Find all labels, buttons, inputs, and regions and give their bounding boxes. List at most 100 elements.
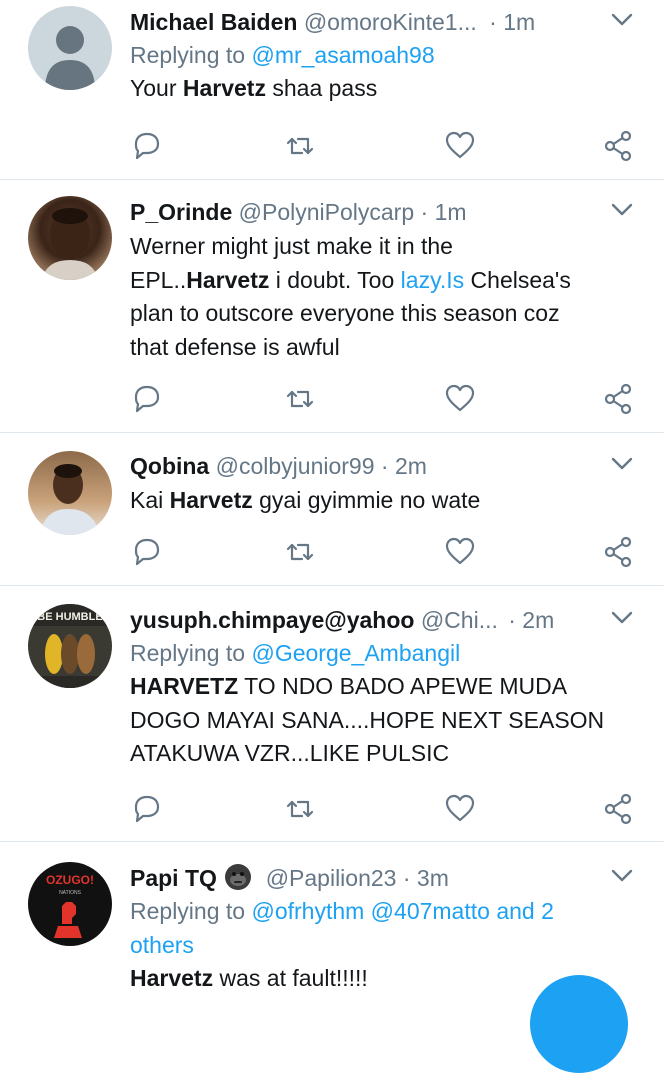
text-line: plan to outscore everyone this season co… — [130, 300, 560, 326]
profile-image: BE HUMBLE — [28, 604, 112, 688]
mention-link[interactable]: @George_Ambangil — [251, 640, 460, 666]
tweet-content: Michael Baiden @omoroKinte1... · 1m Repl… — [130, 6, 634, 106]
highlighted-term: Harvetz — [186, 266, 270, 293]
tweet-text: Your Harvetz shaa pass — [130, 72, 634, 106]
reply-icon[interactable] — [130, 535, 164, 569]
text-line: Werner might just make it in the — [130, 233, 453, 259]
timestamp[interactable]: · 2m — [508, 607, 554, 633]
caret-down-icon[interactable] — [610, 10, 634, 30]
retweet-icon[interactable] — [283, 382, 317, 416]
tweet-header: Qobina @colbyjunior99 · 2m — [130, 450, 634, 482]
author-handle[interactable]: @colbyjunior99 — [216, 453, 375, 479]
like-icon[interactable] — [443, 129, 477, 163]
caret-down-icon[interactable] — [610, 608, 634, 628]
author-handle[interactable]: @omoroKinte1... — [304, 9, 477, 35]
replying-to-label: Replying to — [130, 898, 246, 924]
tweet-text: Kai Harvetz gyai gyimmie no wate — [130, 484, 634, 518]
text-segment: Chelsea's — [464, 266, 571, 293]
like-icon[interactable] — [443, 535, 477, 569]
timestamp[interactable]: · 3m — [403, 865, 449, 891]
text-line: HARVETZ TO NDO BADO APEWE MUDA — [130, 670, 634, 704]
tweet-header: P_Orinde @PolyniPolycarp · 1m — [130, 196, 634, 228]
avatar[interactable] — [28, 196, 112, 280]
author-handle[interactable]: @PolyniPolycarp — [239, 199, 414, 225]
tweet-actions — [130, 535, 636, 571]
timestamp[interactable]: · 1m — [421, 199, 467, 225]
replying-to: Replying to @mr_asamoah98 — [130, 38, 634, 72]
caret-down-icon[interactable] — [610, 866, 634, 886]
tweet-actions — [130, 129, 636, 165]
tweet-content: Papi TQ @Papilion23 · 3m Replying to @of… — [130, 862, 634, 996]
reply-icon[interactable] — [130, 792, 164, 826]
author-handle[interactable]: @Papilion23 — [266, 865, 397, 891]
tweet-header: Michael Baiden @omoroKinte1... · 1m — [130, 6, 634, 38]
text-segment: TO NDO BADO APEWE MUDA — [238, 673, 568, 699]
mention-link[interactable]: others — [130, 928, 634, 962]
default-avatar-icon — [45, 26, 95, 90]
profile-photo — [42, 208, 98, 280]
share-icon[interactable] — [602, 535, 636, 569]
text-segment: was at fault!!!!! — [213, 965, 368, 991]
share-icon[interactable] — [602, 792, 636, 826]
avatar[interactable] — [28, 6, 112, 90]
timestamp[interactable]: · 1m — [489, 9, 535, 35]
author-name[interactable]: P_Orinde — [130, 199, 232, 225]
highlighted-term: HARVETZ — [130, 673, 239, 699]
tweet-card[interactable]: Michael Baiden @omoroKinte1... · 1m Repl… — [0, 0, 664, 180]
tweet-actions — [130, 792, 636, 828]
tweet-card[interactable]: BE HUMBLE yusuph.chimpaye@yahoo @Chi... … — [0, 586, 664, 842]
tweet-header: yusuph.chimpaye@yahoo @Chi... · 2m — [130, 604, 634, 636]
like-icon[interactable] — [443, 792, 477, 826]
author-name[interactable]: Qobina — [130, 453, 209, 479]
avatar[interactable]: BE HUMBLE — [28, 604, 112, 688]
text-segment: Kai — [130, 487, 170, 513]
author-handle[interactable]: @Chi... — [421, 607, 498, 633]
url-link[interactable]: lazy.Is — [401, 267, 464, 293]
timestamp[interactable]: · 2m — [381, 453, 427, 479]
tweet-card[interactable]: P_Orinde @PolyniPolycarp · 1m Werner mig… — [0, 180, 664, 433]
avatar-caption: BE HUMBLE — [37, 611, 102, 623]
profile-photo — [40, 464, 100, 535]
mention-link[interactable]: @mr_asamoah98 — [251, 42, 434, 68]
highlighted-term: Harvetz — [130, 965, 214, 991]
like-icon[interactable] — [443, 382, 477, 416]
tweet-text: Werner might just make it in the EPL..Ha… — [130, 230, 634, 364]
text-line: that defense is awful — [130, 333, 340, 360]
retweet-icon[interactable] — [283, 792, 317, 826]
tweet-content: P_Orinde @PolyniPolycarp · 1m Werner mig… — [130, 196, 634, 364]
avatar[interactable] — [28, 451, 112, 535]
retweet-icon[interactable] — [283, 535, 317, 569]
tweet-actions — [130, 382, 636, 418]
caret-down-icon[interactable] — [610, 454, 634, 474]
tweet-content: Qobina @colbyjunior99 · 2m Kai Harvetz g… — [130, 450, 634, 518]
share-icon[interactable] — [602, 129, 636, 163]
highlighted-term: Harvetz — [169, 487, 253, 513]
tweet-header: Papi TQ @Papilion23 · 3m — [130, 862, 634, 894]
highlighted-term: Harvetz — [182, 75, 266, 101]
retweet-icon[interactable] — [283, 129, 317, 163]
reply-icon[interactable] — [130, 129, 164, 163]
author-name[interactable]: Michael Baiden — [130, 9, 297, 35]
tweet-text: HARVETZ TO NDO BADO APEWE MUDA DOGO MAYA… — [130, 670, 634, 771]
mention-link[interactable]: @ofrhythm @407matto and 2 — [251, 898, 553, 924]
replying-to: Replying to @ofrhythm @407matto and 2 ot… — [130, 894, 634, 962]
replying-to: Replying to @George_Ambangil — [130, 636, 634, 670]
text-segment: shaa pass — [265, 75, 378, 101]
tweet-card[interactable]: Qobina @colbyjunior99 · 2m Kai Harvetz g… — [0, 433, 664, 586]
profile-image: OZUGO! NATIONS — [46, 873, 94, 938]
text-line: DOGO MAYAI SANA....HOPE NEXT SEASON — [130, 706, 605, 733]
text-line: ATAKUWA VZR...LIKE PULSIC — [130, 740, 450, 766]
share-icon[interactable] — [602, 382, 636, 416]
text-segment: gyai gyimmie no wate — [252, 487, 481, 513]
author-name[interactable]: yusuph.chimpaye@yahoo — [130, 607, 414, 633]
gorilla-emoji-icon — [225, 864, 252, 890]
caret-down-icon[interactable] — [610, 200, 634, 220]
compose-tweet-button[interactable] — [530, 975, 628, 1073]
tweet-content: yusuph.chimpaye@yahoo @Chi... · 2m Reply… — [130, 604, 634, 771]
text-line: EPL..Harvetz i doubt. Too lazy.Is Chelse… — [130, 264, 634, 298]
replying-to-label: Replying to — [130, 42, 246, 68]
reply-icon[interactable] — [130, 382, 164, 416]
text-segment: Your — [130, 75, 183, 101]
author-name[interactable]: Papi TQ — [130, 865, 217, 891]
avatar[interactable]: OZUGO! NATIONS — [28, 862, 112, 946]
